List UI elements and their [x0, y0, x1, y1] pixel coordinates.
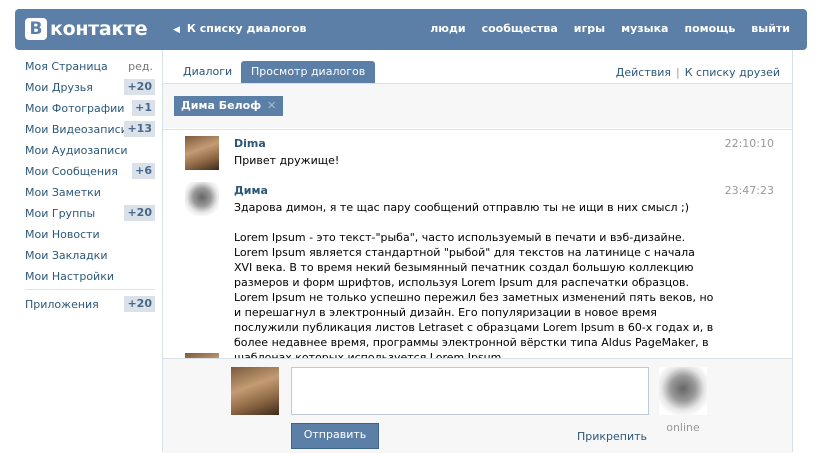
message-text: Привет дружище! [234, 154, 340, 167]
friends-list-link[interactable]: К списку друзей [685, 66, 780, 79]
sidebar-item-messages[interactable]: Мои Сообщения +6 [25, 163, 155, 184]
counter-badge[interactable]: +20 [124, 79, 155, 95]
divider [163, 129, 792, 130]
top-header: B контакте ◀ К списку диалогов люди сообщ… [15, 9, 807, 50]
avatar[interactable] [185, 136, 219, 170]
counter-badge[interactable]: +20 [124, 205, 155, 221]
sidebar-item-friends[interactable]: Мои Друзья +20 [25, 79, 155, 100]
sidebar-item-notes[interactable]: Мои Заметки [25, 184, 155, 205]
nav-communities[interactable]: сообщества [482, 22, 558, 35]
nav-people[interactable]: люди [430, 22, 465, 35]
message-time: 22:10:10 [724, 137, 774, 150]
counter-badge[interactable]: +1 [132, 100, 155, 116]
online-status: online [666, 421, 700, 434]
sidebar-item-my-page[interactable]: Моя Страница ред. [25, 58, 155, 79]
message-text: Lorem Ipsum - это текст-"рыба", часто ис… [234, 231, 714, 358]
avatar[interactable] [185, 182, 219, 216]
nav-logout[interactable]: выйти [751, 22, 790, 35]
sidebar-item-label: Мои Фотографии [25, 102, 125, 115]
sidebar-item-bookmarks[interactable]: Мои Закладки [25, 247, 155, 268]
sidebar-menu: Моя Страница ред. Мои Друзья +20 Мои Фот… [25, 58, 155, 289]
nav-music[interactable]: музыка [621, 22, 668, 35]
dialog-panel: Диалоги Просмотр диалогов Действия | К спи… [162, 50, 793, 453]
tab-dialogs[interactable]: Диалоги [173, 61, 242, 83]
tab-bar: Диалоги Просмотр диалогов Действия | К спи… [163, 50, 792, 84]
sidebar-item-label: Приложения [25, 298, 99, 311]
chevron-left-icon: ◀ [173, 25, 180, 35]
sidebar-item-label: Мои Друзья [25, 81, 93, 94]
vk-logo[interactable]: B контакте [25, 18, 148, 40]
sidebar-item-settings[interactable]: Мои Настройки [25, 268, 155, 289]
recipient-name: Дима Белоф [181, 99, 262, 112]
sidebar-item-label: Мои Новости [25, 228, 100, 241]
sidebar-item-audio[interactable]: Мои Аудиозаписи [25, 142, 155, 163]
message-author[interactable]: Dima [234, 137, 266, 150]
composer: Отправить Прикрепить online [163, 358, 792, 453]
counter-badge[interactable]: +13 [124, 121, 155, 137]
message-author[interactable]: Дима [234, 184, 268, 197]
message-list[interactable]: Dima 22:10:10 Привет дружище! Дима 23:47… [163, 131, 792, 358]
actions-link[interactable]: Действия [616, 66, 671, 79]
counter-badge[interactable]: +6 [132, 163, 155, 179]
tab-view-dialogs[interactable]: Просмотр диалогов [241, 61, 376, 83]
nav-games[interactable]: игры [574, 22, 605, 35]
attach-link[interactable]: Прикрепить [577, 430, 647, 443]
sidebar-item-photos[interactable]: Мои Фотографии +1 [25, 100, 155, 121]
sidebar-item-label: Мои Аудиозаписи [25, 144, 128, 157]
send-button[interactable]: Отправить [291, 423, 379, 449]
back-to-dialogs-link[interactable]: ◀ К списку диалогов [173, 22, 306, 35]
sidebar-item-label: Мои Закладки [25, 249, 108, 262]
divider: | [676, 66, 680, 79]
recipient-bar: Дима Белоф ✕ [163, 84, 792, 128]
logo-letter: B [25, 18, 47, 40]
sidebar-item-label: Мои Заметки [25, 186, 101, 199]
message-input[interactable] [291, 367, 649, 415]
tab-actions: Действия | К списку друзей [616, 66, 780, 79]
sidebar-item-label: Моя Страница [25, 60, 108, 73]
message-text: Здарова димон, я те щас пару сообщений о… [234, 201, 690, 214]
top-nav: люди сообщества игры музыка помощь выйти [430, 22, 807, 35]
sidebar-divider [25, 289, 155, 290]
sidebar-item-apps[interactable]: Приложения +20 [25, 296, 155, 317]
back-link-label: К списку диалогов [186, 22, 307, 35]
close-icon[interactable]: ✕ [267, 99, 276, 112]
edit-link[interactable]: ред. [128, 58, 153, 76]
avatar[interactable] [231, 367, 279, 415]
sidebar-item-label: Мои Группы [25, 207, 96, 220]
recipient-chip[interactable]: Дима Белоф ✕ [174, 96, 284, 116]
sidebar-item-label: Мои Настройки [25, 270, 114, 283]
nav-help[interactable]: помощь [684, 22, 735, 35]
sidebar-item-label: Мои Видеозаписи [25, 123, 128, 136]
sidebar-item-groups[interactable]: Мои Группы +20 [25, 205, 155, 226]
counter-badge[interactable]: +20 [124, 296, 155, 312]
logo-text: контакте [50, 18, 148, 40]
message-time: 23:47:23 [724, 184, 774, 197]
sidebar-item-news[interactable]: Мои Новости [25, 226, 155, 247]
sidebar-apps: Приложения +20 [25, 296, 155, 317]
avatar[interactable] [659, 367, 707, 415]
sidebar-item-label: Мои Сообщения [25, 165, 118, 178]
sidebar-item-videos[interactable]: Мои Видеозаписи +13 [25, 121, 155, 142]
